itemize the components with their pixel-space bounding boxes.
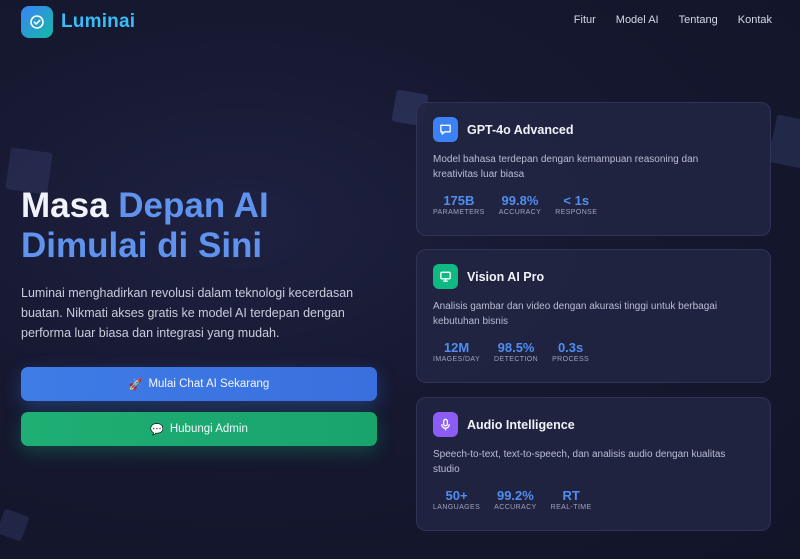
hero-title-accent: Depan AI	[118, 186, 269, 225]
contact-admin-label: Hubungi Admin	[169, 423, 248, 435]
card-description: Model bahasa terdepan dengan kemampuan r…	[433, 154, 699, 180]
rocket-icon: 🚀	[128, 378, 143, 391]
stat-value: 99.2%	[496, 488, 534, 503]
stat: 175B PARAMETERS	[433, 193, 485, 216]
hero-description: Luminai menghadirkan revolusi dalam tekn…	[21, 286, 354, 340]
stat-label: PROCESS	[552, 356, 590, 363]
card-title: Audio Intelligence	[467, 417, 575, 432]
stat: 99.2% ACCURACY	[494, 488, 536, 511]
stat: < 1s RESPONSE	[555, 193, 597, 216]
main-nav: Fitur Model AI Tentang Kontak	[574, 14, 772, 26]
nav-link-kontak[interactable]: Kontak	[738, 14, 772, 26]
stat-value: 99.8%	[501, 193, 539, 208]
stat-label: REAL-TIME	[550, 504, 592, 511]
start-chat-label: Mulai Chat AI Sekarang	[148, 378, 270, 390]
decorative-square	[767, 114, 800, 170]
hero-title: Masa Depan AI Dimulai di Sini	[21, 186, 269, 266]
stat-label: PARAMETERS	[433, 209, 485, 216]
brand-logo[interactable]: Luminai	[21, 6, 135, 38]
chat-bubble-icon	[433, 117, 458, 142]
microphone-icon	[433, 412, 458, 437]
stat-value: < 1s	[563, 193, 590, 208]
nav-link-model-ai[interactable]: Model AI	[616, 14, 659, 26]
stat-label: ACCURACY	[498, 209, 542, 216]
nav-link-fitur[interactable]: Fitur	[574, 14, 596, 26]
contact-admin-button[interactable]: 💬 Hubungi Admin	[21, 412, 377, 446]
nav-link-tentang[interactable]: Tentang	[679, 14, 718, 26]
card-title: Vision AI Pro	[467, 269, 545, 284]
stat-value: 12M	[443, 340, 470, 355]
site-header: Luminai Fitur Model AI Tentang Kontak	[0, 0, 800, 44]
hero-title-part: Masa	[21, 186, 119, 225]
brand-name: Luminai	[61, 11, 136, 32]
stat: 0.3s PROCESS	[552, 340, 589, 363]
model-card-audio[interactable]: Audio Intelligence Speech-to-text, text-…	[416, 397, 771, 531]
stat-label: IMAGES/DAY	[433, 356, 481, 363]
hero-title-part: di Sini	[147, 226, 263, 265]
monitor-icon	[433, 264, 458, 289]
stat: 98.5% DETECTION	[494, 340, 538, 363]
speech-bubble-icon: 💬	[150, 423, 164, 436]
stat: 99.8% ACCURACY	[499, 193, 541, 216]
stat-value: RT	[562, 488, 580, 503]
stat: 12M IMAGES/DAY	[433, 340, 480, 363]
stat-value: 175B	[443, 193, 475, 208]
model-card-vision[interactable]: Vision AI Pro Analisis gambar dan video …	[416, 249, 771, 383]
stat: RT REAL-TIME	[551, 488, 592, 511]
stat-label: ACCURACY	[494, 504, 537, 511]
hero-title-accent: Dimulai	[21, 226, 148, 265]
card-description: Speech-to-text, text-to-speech, dan anal…	[433, 449, 726, 475]
card-title: GPT-4o Advanced	[467, 122, 574, 137]
stat: 50+ LANGUAGES	[433, 488, 480, 511]
card-stats: 175B PARAMETERS 99.8% ACCURACY < 1s RESPONS…	[433, 193, 754, 216]
card-stats: 12M IMAGES/DAY 98.5% DETECTION 0.3s PROCESS	[433, 340, 754, 363]
stat-value: 98.5%	[497, 340, 535, 355]
start-chat-button[interactable]: 🚀 Mulai Chat AI Sekarang	[21, 367, 377, 401]
stat-value: 0.3s	[557, 340, 584, 355]
model-card-gpt4o[interactable]: GPT-4o Advanced Model bahasa terdepan de…	[416, 102, 771, 236]
card-stats: 50+ LANGUAGES 99.2% ACCURACY RT REAL-TIME	[433, 488, 754, 511]
card-description: Analisis gambar dan video dengan akurasi…	[433, 301, 718, 327]
check-badge-icon	[21, 6, 53, 38]
stat-label: LANGUAGES	[433, 504, 481, 511]
stat-label: DETECTION	[494, 356, 539, 363]
stat-label: RESPONSE	[555, 209, 598, 216]
stat-value: 50+	[445, 488, 468, 503]
decorative-square	[0, 508, 30, 542]
